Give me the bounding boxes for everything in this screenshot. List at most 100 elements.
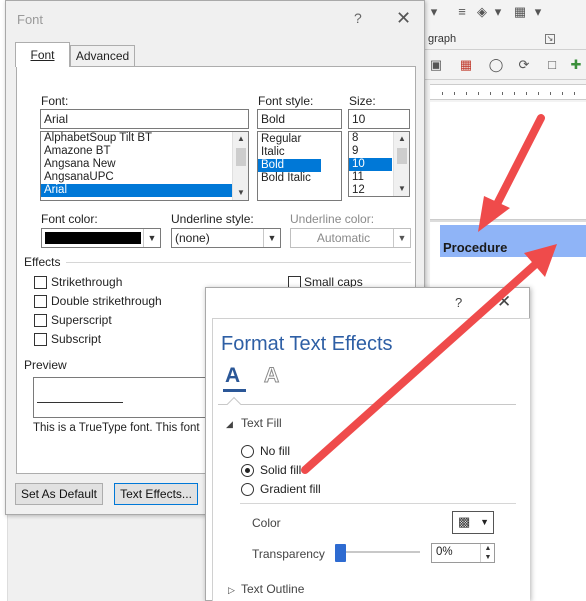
- chevron-down-icon: ▼: [393, 229, 410, 247]
- shapes-icon[interactable]: ◯: [487, 57, 505, 73]
- dropdown-value: (none): [175, 231, 210, 245]
- text-fill-outline-icon[interactable]: A: [225, 364, 240, 388]
- transparency-label: Transparency: [252, 547, 325, 561]
- group-icon[interactable]: ✚: [567, 57, 585, 73]
- checkbox-label: Superscript: [51, 313, 112, 327]
- color-swatch: [45, 232, 141, 244]
- list-item[interactable]: Angsana New: [41, 158, 248, 171]
- list-item[interactable]: Italic: [258, 146, 341, 159]
- text-effects-button[interactable]: Text Effects...: [114, 483, 198, 505]
- help-button[interactable]: ?: [455, 295, 462, 310]
- underline-color-label: Underline color:: [290, 212, 375, 226]
- underline-style-dropdown[interactable]: (none) ▼: [171, 228, 281, 248]
- chevron-down-icon: ▼: [143, 229, 160, 247]
- scrollbar[interactable]: ▲ ▼: [393, 132, 409, 196]
- preview-note: This is a TrueType font. This font: [33, 422, 200, 434]
- horizontal-ruler[interactable]: [430, 84, 586, 100]
- dropdown-value: Automatic: [316, 231, 371, 245]
- font-style-input[interactable]: Bold: [257, 109, 342, 129]
- picture-icon[interactable]: ▣: [427, 57, 445, 73]
- ribbon-row-2: ▣ ▦ ◯ ⟳ □ ✚: [415, 50, 586, 80]
- document-page: [430, 102, 586, 220]
- font-label: Font:: [41, 94, 69, 108]
- help-button[interactable]: ?: [354, 10, 362, 26]
- checkbox-label: Subscript: [51, 332, 102, 346]
- preview-baseline: [37, 402, 123, 403]
- spin-down-icon[interactable]: ▼: [481, 553, 495, 562]
- chevron-down-icon: ▼: [263, 229, 280, 247]
- transparency-value: 0%: [436, 546, 453, 558]
- fill-color-button[interactable]: ▩ ▼: [452, 511, 494, 534]
- gradient-fill-radio[interactable]: [241, 483, 254, 496]
- scroll-up-icon[interactable]: ▲: [233, 132, 248, 146]
- set-as-default-button[interactable]: Set As Default: [15, 483, 103, 505]
- transparency-slider-track[interactable]: [340, 551, 420, 553]
- active-tab-indicator: [223, 389, 246, 392]
- size-input[interactable]: 10: [348, 109, 410, 129]
- font-color-dropdown[interactable]: ▼: [41, 228, 161, 248]
- scroll-down-icon[interactable]: ▼: [233, 186, 248, 200]
- font-style-list[interactable]: Regular Italic Bold Bold Italic: [257, 131, 342, 201]
- chevron-down-icon[interactable]: ▾: [489, 4, 507, 20]
- text-fill-section[interactable]: Text Fill: [241, 416, 282, 430]
- scroll-down-icon[interactable]: ▼: [394, 182, 409, 196]
- dialog-launcher-icon[interactable]: ↘: [545, 34, 555, 44]
- tab-font[interactable]: Font: [15, 42, 70, 67]
- borders-icon[interactable]: ▦: [511, 4, 529, 20]
- close-button[interactable]: ✕: [497, 292, 511, 312]
- align-icon[interactable]: ≡: [453, 4, 471, 20]
- expand-arrow-icon[interactable]: ▷: [228, 585, 235, 596]
- radio-label: No fill: [260, 444, 291, 458]
- collapse-arrow-icon[interactable]: ◢: [226, 419, 233, 430]
- effects-label: Effects: [24, 255, 61, 269]
- underline-color-dropdown: Automatic ▼: [290, 228, 411, 248]
- scroll-up-icon[interactable]: ▲: [394, 132, 409, 146]
- pane-title: Format Text Effects: [221, 333, 393, 355]
- superscript-checkbox[interactable]: [34, 314, 47, 327]
- subscript-checkbox[interactable]: [34, 333, 47, 346]
- text-effects-icon[interactable]: A: [263, 364, 279, 388]
- list-item-selected[interactable]: Arial: [41, 184, 248, 197]
- scrollbar[interactable]: ▲ ▼: [232, 132, 248, 200]
- list-item-selected[interactable]: 10: [349, 158, 392, 171]
- list-item[interactable]: AlphabetSoup Tilt BT: [41, 132, 248, 145]
- list-item[interactable]: Bold Italic: [258, 172, 341, 185]
- solid-fill-radio[interactable]: [241, 464, 254, 477]
- tab-label: Advanced: [75, 49, 130, 63]
- font-name-list[interactable]: AlphabetSoup Tilt BT Amazone BT Angsana …: [40, 131, 249, 201]
- ribbon-group-label: graph: [428, 33, 457, 45]
- wrap-icon[interactable]: ⟳: [515, 57, 533, 73]
- preview-box: [33, 377, 213, 418]
- double-strikethrough-checkbox[interactable]: [34, 295, 47, 308]
- preview-label: Preview: [24, 358, 67, 372]
- scroll-thumb[interactable]: [397, 148, 407, 164]
- strikethrough-checkbox[interactable]: [34, 276, 47, 289]
- tab-advanced[interactable]: Advanced: [70, 45, 135, 66]
- checkbox-label: Double strikethrough: [51, 294, 162, 308]
- font-name-input[interactable]: Arial: [40, 109, 249, 129]
- scroll-thumb[interactable]: [236, 148, 246, 166]
- size-list[interactable]: 8 9 10 11 12 ▲ ▼: [348, 131, 410, 197]
- list-item[interactable]: Amazone BT: [41, 145, 248, 158]
- radio-label: Gradient fill: [260, 482, 321, 496]
- spin-up-icon[interactable]: ▲: [481, 544, 495, 553]
- chevron-down-icon[interactable]: ▾: [529, 4, 547, 20]
- text-outline-section[interactable]: Text Outline: [241, 582, 304, 596]
- tab-label: Font: [30, 48, 55, 62]
- list-item-selected[interactable]: Bold: [258, 159, 321, 172]
- list-item[interactable]: AngsanaUPC: [41, 171, 248, 184]
- transparency-stepper[interactable]: 0% ▲ ▼: [431, 543, 495, 563]
- color-label: Color: [252, 516, 281, 530]
- radio-label: Solid fill: [260, 463, 302, 477]
- no-fill-radio[interactable]: [241, 445, 254, 458]
- close-button[interactable]: ✕: [396, 8, 411, 29]
- checkbox-label: Strikethrough: [51, 275, 123, 289]
- list-item[interactable]: Regular: [258, 133, 341, 146]
- divider: [240, 503, 516, 504]
- rotate-icon[interactable]: □: [543, 57, 561, 73]
- chevron-down-icon: ▼: [480, 517, 489, 527]
- transparency-slider-thumb[interactable]: [335, 544, 346, 562]
- procedure-heading[interactable]: Procedure: [443, 240, 507, 255]
- chevron-down-icon[interactable]: ▾: [425, 4, 443, 20]
- layout-icon[interactable]: ▦: [457, 57, 475, 73]
